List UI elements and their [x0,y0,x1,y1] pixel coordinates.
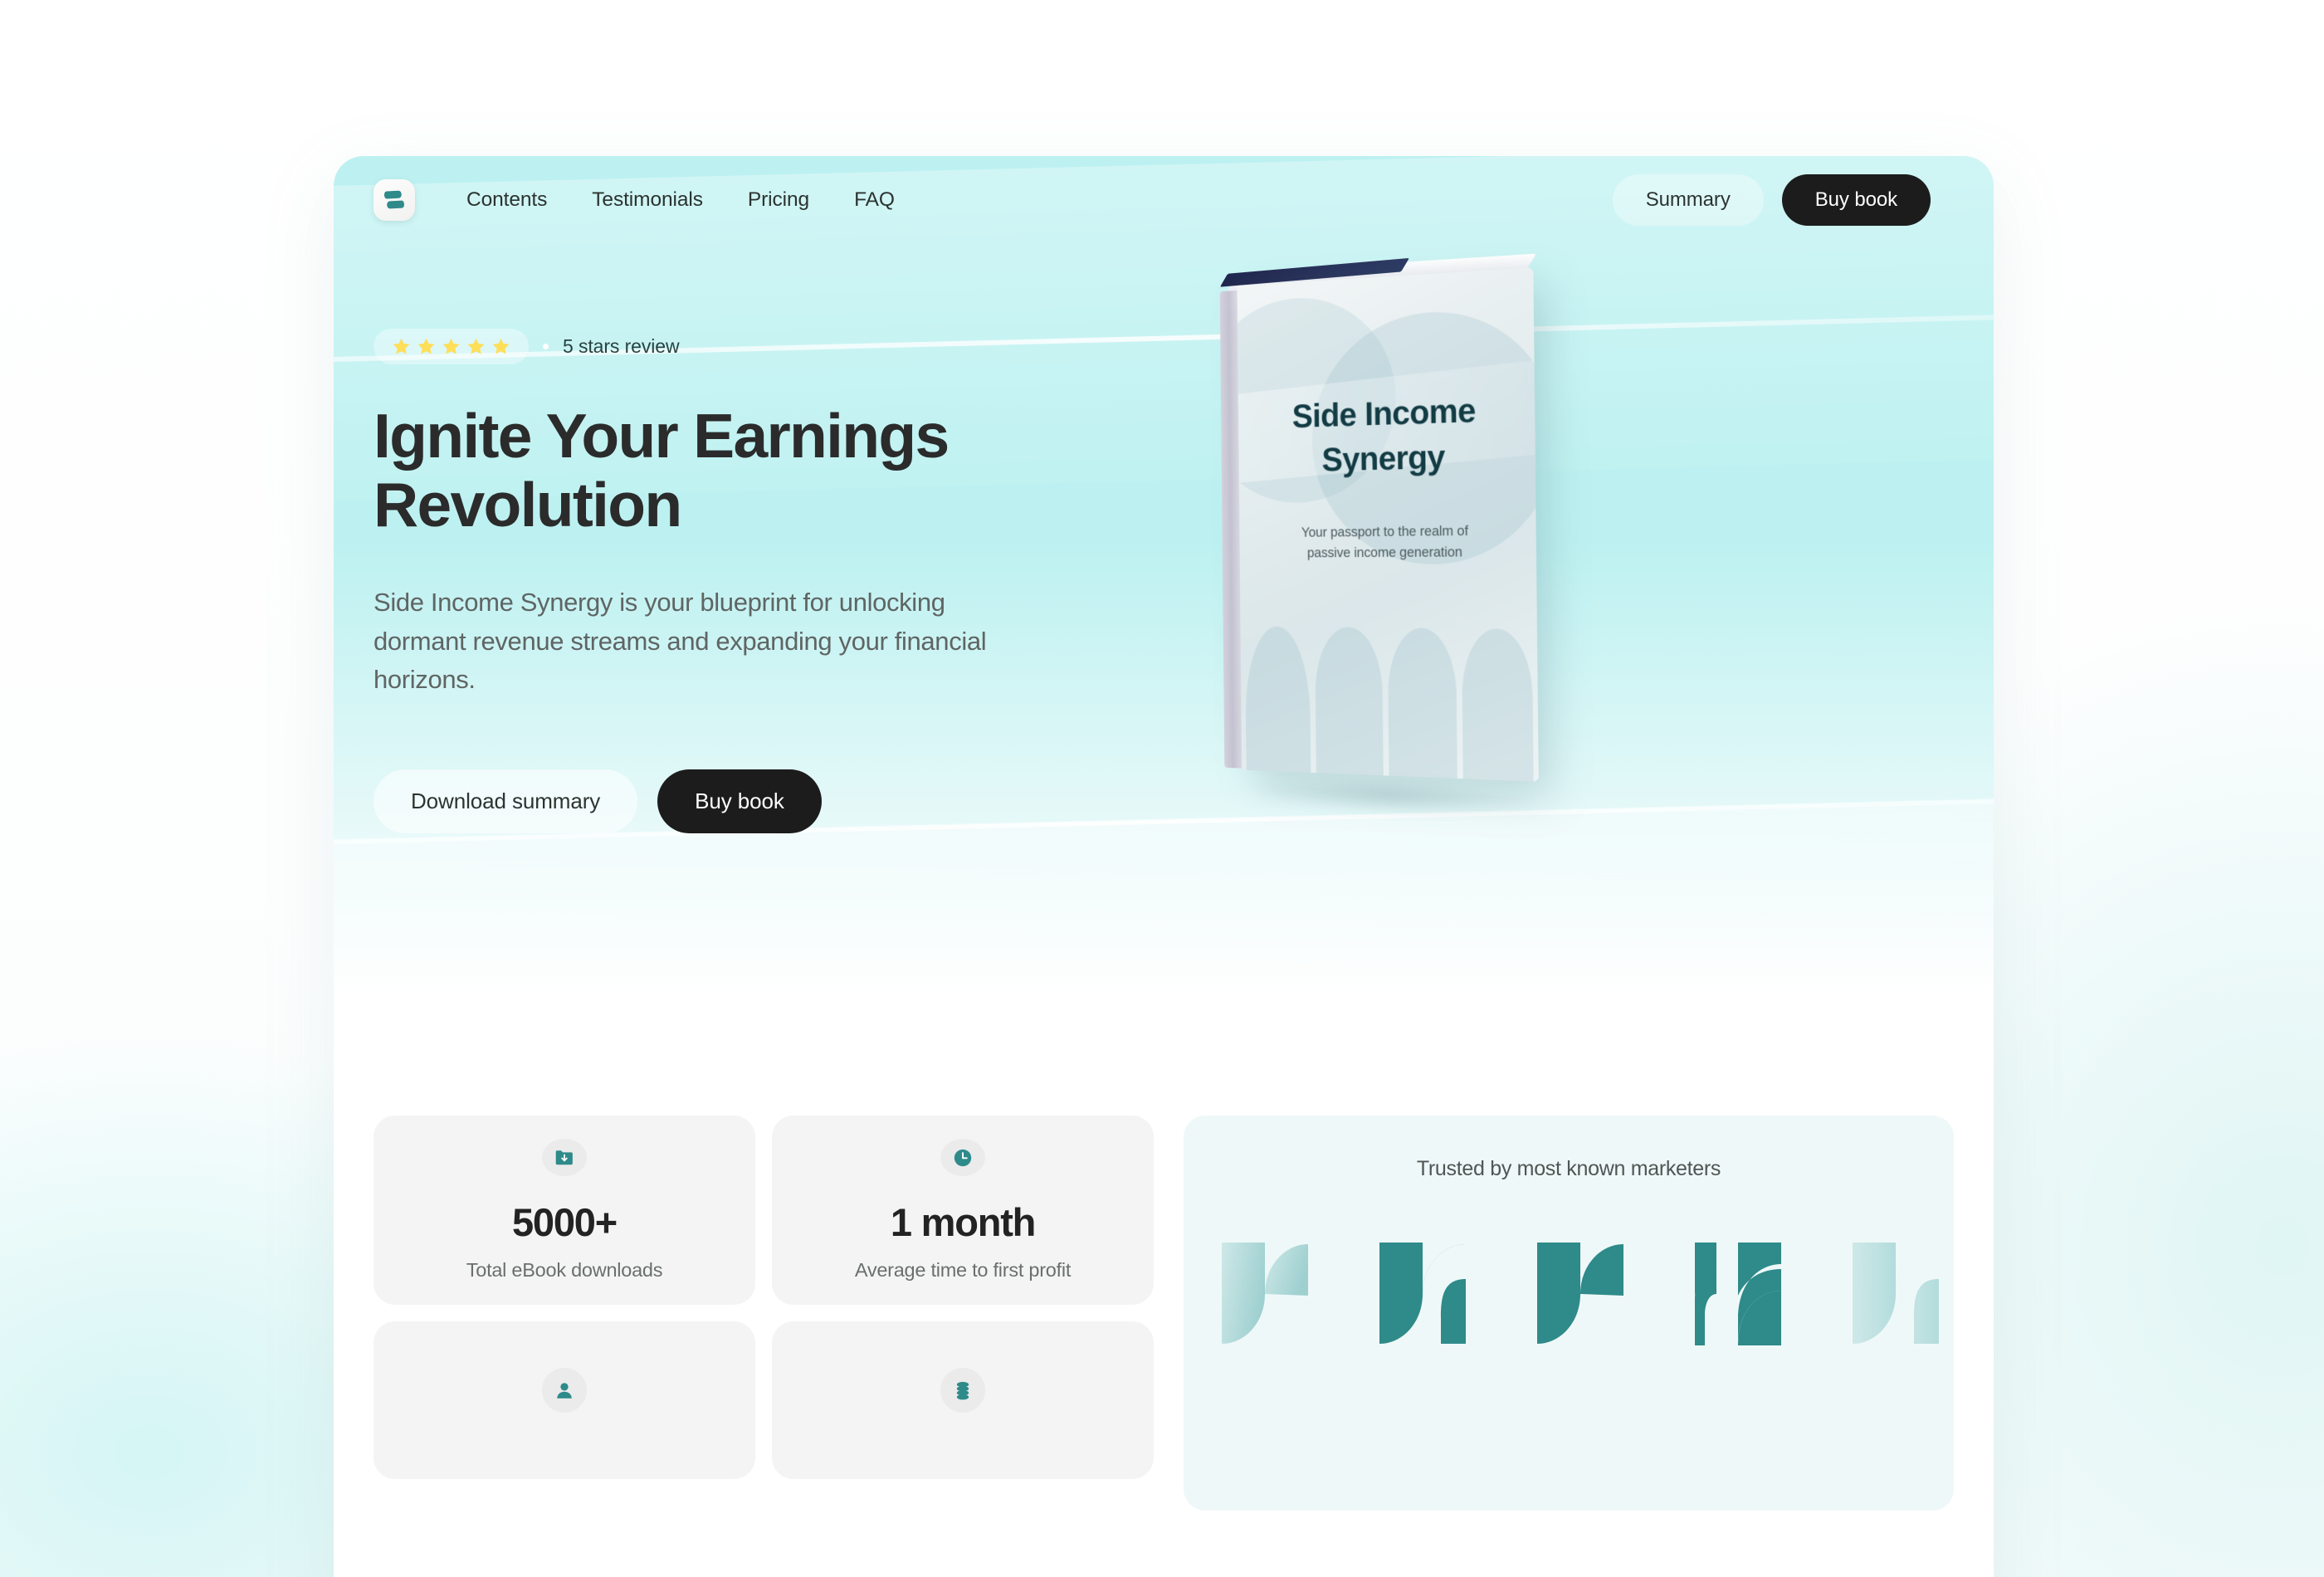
hero-copy-column: 5 stars review Ignite Your Earnings Revo… [374,329,1204,860]
buy-book-button-nav[interactable]: Buy book [1781,174,1931,226]
user-icon [554,1379,575,1401]
star-icon [491,336,511,357]
hero-content: 5 stars review Ignite Your Earnings Revo… [334,244,1994,860]
brand-logo-5-icon [1848,1241,1946,1345]
stat-card-time-to-profit: 1 month Average time to first profit [772,1116,1154,1305]
stat-card-grid: 5000+ Total eBook downloads 1 month Aver… [374,1116,1154,1479]
cover-arch [1461,628,1534,782]
stat-value: 5000+ [511,1200,618,1244]
star-icon [391,336,412,357]
book-mockup-stage: Side Income Synergy Your passport to the… [1204,253,1994,860]
stat-card-downloads: 5000+ Total eBook downloads [374,1116,755,1305]
main-navigation: Contents Testimonials Pricing FAQ Summar… [334,156,1994,244]
stat-value: 1 month [890,1200,1037,1244]
cover-arch [1387,627,1457,779]
summary-button[interactable]: Summary [1612,174,1764,226]
star-rating-pill [374,329,529,364]
hero-section: Contents Testimonials Pricing FAQ Summar… [334,156,1994,994]
nav-link-list: Contents Testimonials Pricing FAQ [466,188,895,212]
stat-icon-badge [940,1368,985,1413]
stat-label: Average time to first profit [854,1259,1072,1281]
site-page-canvas: Contents Testimonials Pricing FAQ Summar… [334,156,1994,1577]
hero-cta-group: Download summary Buy book [374,769,1204,833]
coins-stack-icon [952,1379,974,1401]
download-summary-button[interactable]: Download summary [374,769,638,833]
folder-download-icon [554,1147,575,1169]
clock-icon [952,1147,974,1169]
trusted-by-panel: Trusted by most known marketers [1184,1116,1954,1511]
separator-dot-icon [543,344,549,349]
page-title: Ignite Your Earnings Revolution [374,401,950,540]
cover-text-block: Side Income Synergy Your passport to the… [1237,267,1538,782]
nav-link-faq[interactable]: FAQ [854,188,895,212]
stat-card-partial-users [374,1321,755,1479]
buy-book-button-hero[interactable]: Buy book [657,769,822,833]
stat-icon-badge [542,1368,587,1413]
nav-link-pricing[interactable]: Pricing [748,188,809,212]
star-icon [416,336,437,357]
stat-card-partial-earnings [772,1321,1154,1479]
brand-logo-row [1184,1241,1954,1345]
brand-logo-button[interactable] [374,179,415,221]
brand-logo-2-icon [1374,1241,1472,1345]
book-drop-shadow [1247,773,1538,820]
rating-label: 5 stars review [563,335,680,357]
stat-label: Total eBook downloads [466,1259,663,1281]
nav-link-testimonials[interactable]: Testimonials [592,188,703,212]
star-icon [441,336,461,357]
rating-row: 5 stars review [374,329,1204,364]
stat-icon-badge [542,1139,587,1176]
brand-logo-3-icon [1532,1241,1630,1345]
trusted-by-title: Trusted by most known marketers [1416,1157,1721,1180]
hero-subtitle: Side Income Synergy is your blueprint fo… [374,588,987,694]
book-cover: Side Income Synergy Your passport to the… [1237,267,1539,782]
book-cover-tagline: Your passport to the realm of passive in… [1301,523,1468,561]
stat-icon-badge [940,1139,985,1176]
nav-actions: Summary Buy book [1612,174,1931,226]
brand-logo-4-icon [1690,1241,1788,1345]
nav-link-contents[interactable]: Contents [466,188,547,212]
stats-grid-wrapper: 5000+ Total eBook downloads 1 month Aver… [374,1116,1954,1511]
leaf-stack-logo-icon [382,188,407,212]
book-mockup: Side Income Synergy Your passport to the… [1219,253,1539,820]
book-cover-title: Side Income Synergy [1291,392,1476,479]
star-icon [466,336,486,357]
brand-logo-1-icon [1217,1241,1315,1345]
stats-section: 5000+ Total eBook downloads 1 month Aver… [334,994,1994,1511]
